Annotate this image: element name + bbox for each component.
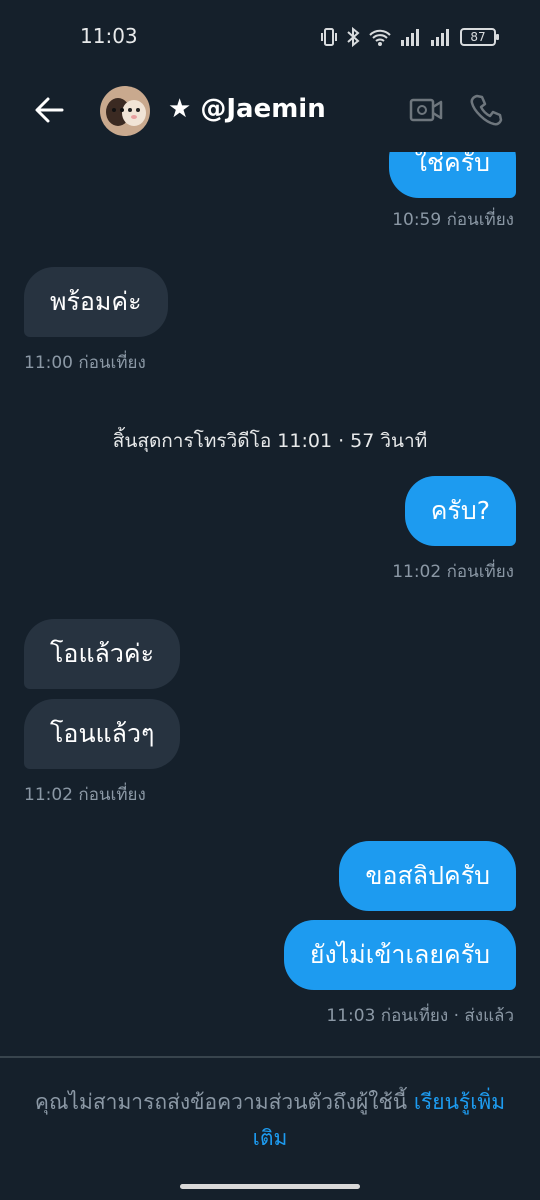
message-bubble-incoming[interactable]: โอแล้วค่ะ xyxy=(24,619,181,689)
video-call-button[interactable] xyxy=(408,92,444,128)
message-bubble-incoming[interactable]: โอนแล้วๆ xyxy=(24,699,181,769)
status-bar: 11:03 87 xyxy=(0,0,540,72)
battery-indicator: 87 xyxy=(460,28,499,46)
message-timestamp: 11:02 ก่อนเที่ยง xyxy=(24,785,146,805)
contact-name[interactable]: ★ @Jaemin xyxy=(168,94,326,124)
signal-icon-2 xyxy=(430,27,452,47)
message-bubble-outgoing[interactable]: ใช่ครับ xyxy=(388,152,516,198)
status-icons: 87 xyxy=(320,24,499,50)
avatar[interactable] xyxy=(100,86,150,136)
message-bubble-outgoing[interactable]: ครับ? xyxy=(404,476,516,546)
message-bubble-outgoing[interactable]: ยังไม่เข้าเลยครับ xyxy=(283,920,516,990)
message-bubble-outgoing[interactable]: ขอสลิปครับ xyxy=(339,841,516,911)
call-ended-notice: สิ้นสุดการโทรวิดีโอ 11:01 · 57 วินาที xyxy=(112,430,428,452)
dm-restricted-notice: คุณไม่สามารถส่งข้อความส่วนตัวถึงผู้ใช้นี… xyxy=(20,1084,520,1156)
message-bubble-incoming[interactable]: พร้อมค่ะ xyxy=(24,267,168,337)
vibrate-icon xyxy=(320,27,338,47)
status-time: 11:03 xyxy=(80,24,138,48)
voice-call-button[interactable] xyxy=(468,92,504,128)
video-camera-icon xyxy=(409,98,443,122)
message-timestamp: 11:03 ก่อนเที่ยง · ส่งแล้ว xyxy=(326,1006,514,1026)
message-timestamp: 11:00 ก่อนเที่ยง xyxy=(24,353,146,373)
wifi-icon xyxy=(368,27,392,47)
divider xyxy=(0,1056,540,1058)
dm-restricted-text: คุณไม่สามารถส่งข้อความส่วนตัวถึงผู้ใช้นี… xyxy=(34,1090,414,1114)
back-button[interactable] xyxy=(30,90,70,130)
arrow-left-icon xyxy=(35,97,64,123)
signal-icon xyxy=(400,27,422,47)
message-thread[interactable]: ใช่ครับ 10:59 ก่อนเที่ยง พร้อมค่ะ 11:00 … xyxy=(0,152,540,1052)
home-indicator[interactable] xyxy=(180,1184,360,1189)
conversation-header: ★ @Jaemin xyxy=(0,72,540,152)
bluetooth-icon xyxy=(346,26,360,48)
message-timestamp: 11:02 ก่อนเที่ยง xyxy=(392,562,514,582)
message-timestamp: 10:59 ก่อนเที่ยง xyxy=(392,210,514,230)
phone-icon xyxy=(470,94,503,126)
